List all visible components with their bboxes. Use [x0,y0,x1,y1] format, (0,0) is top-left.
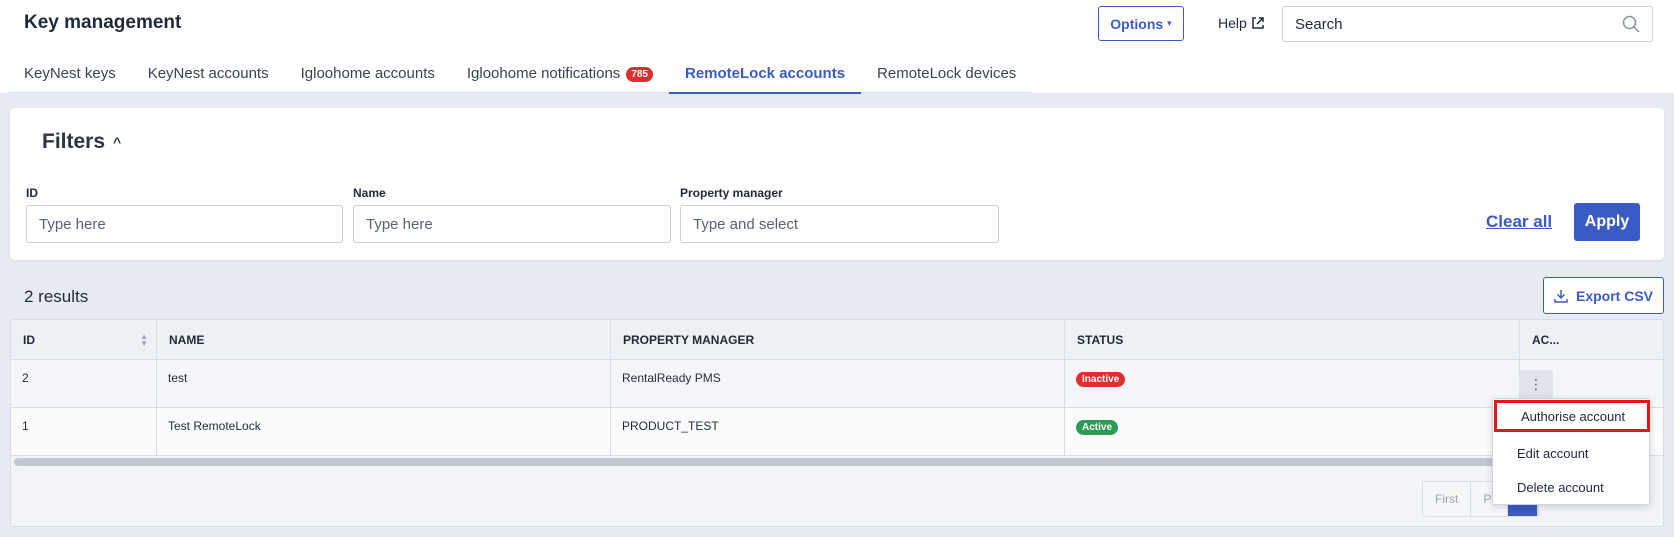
property-manager-select[interactable] [680,205,999,243]
column-header-status[interactable]: STATUS [1065,320,1520,360]
chevron-up-icon: ^ [113,134,122,150]
tab-label: KeyNest accounts [147,65,269,82]
name-filter-label: Name [353,186,386,200]
column-header-label: AC... [1532,333,1560,347]
cell-status: Active [1065,408,1520,456]
tab-remotelock-accounts[interactable]: RemoteLock accounts [669,56,862,94]
clear-all-link[interactable]: Clear all [1486,212,1552,232]
results-count: 2 results [24,287,89,306]
column-header-name[interactable]: NAME [157,320,611,360]
options-button[interactable]: Options ▾ [1098,6,1184,41]
cell-id: 2 [11,360,157,408]
cell-property-manager: RentalReady PMS [611,360,1065,408]
search-box[interactable] [1282,6,1653,42]
horizontal-scrollbar[interactable] [14,458,1514,466]
table-row: 1 Test RemoteLock PRODUCT_TEST Active [11,408,1663,456]
search-input[interactable] [1295,15,1622,33]
column-header-id[interactable]: ID ▲ ▼ [11,320,157,360]
status-badge: Active [1076,420,1119,435]
filters-title: Filters [42,130,106,153]
tab-label: Igloohome accounts [300,65,435,82]
column-header-property-manager[interactable]: PROPERTY MANAGER [611,320,1065,360]
filters-panel: Filters ^ ID Name Property manager Clear… [10,108,1664,260]
delete-account-menu-item[interactable]: Delete account [1493,471,1651,503]
row-actions-menu: Authorise account Edit account Delete ac… [1492,398,1650,505]
edit-account-menu-item[interactable]: Edit account [1493,437,1651,469]
authorise-account-menu-item[interactable]: Authorise account [1494,400,1650,432]
caret-down-icon: ▾ [1167,18,1172,28]
help-link[interactable]: Help [1218,13,1265,33]
kebab-icon: ⋮ [1529,375,1543,392]
table-header: ID ▲ ▼ NAME PROPERTY MANAGER STATUS AC... [11,320,1663,360]
cell-name: test [157,360,611,408]
status-badge: Inactive [1076,372,1126,387]
column-header-label: ID [23,333,35,347]
help-label: Help [1218,15,1247,31]
apply-button[interactable]: Apply [1574,203,1640,241]
page-title: Key management [24,12,182,33]
tab-igloohome-accounts[interactable]: Igloohome accounts [285,56,451,93]
filters-toggle[interactable]: Filters ^ [42,130,121,154]
accounts-table: ID ▲ ▼ NAME PROPERTY MANAGER STATUS AC...… [10,319,1664,527]
external-link-icon [1252,17,1264,29]
table-row: 2 test RentalReady PMS Inactive ⋮ [11,360,1663,408]
tab-label: RemoteLock accounts [685,65,846,82]
cell-id: 1 [11,408,157,456]
property-manager-filter-label: Property manager [680,186,783,200]
tab-bar: KeyNest keys KeyNest accounts Igloohome … [8,56,1033,94]
tab-label: Igloohome notifications [466,65,621,82]
cell-name: Test RemoteLock [157,408,611,456]
column-header-label: PROPERTY MANAGER [623,333,755,347]
name-filter-input[interactable] [353,205,671,243]
first-page-button[interactable]: First [1423,482,1472,516]
top-bar: Key management Options ▾ Help KeyNest ke… [0,0,1674,94]
id-filter-label: ID [26,186,38,200]
download-icon [1554,289,1568,303]
row-actions-button[interactable]: ⋮ [1519,370,1553,398]
tab-label: KeyNest keys [24,65,116,82]
notification-count-badge: 785 [626,67,653,82]
options-label: Options [1110,15,1164,32]
export-csv-label: Export CSV [1575,287,1653,304]
tab-label: RemoteLock devices [877,65,1017,82]
column-header-label: STATUS [1077,333,1124,347]
column-header-label: NAME [169,333,205,347]
export-csv-button[interactable]: Export CSV [1543,277,1664,314]
tab-keynest-accounts[interactable]: KeyNest accounts [132,56,285,93]
tab-remotelock-devices[interactable]: RemoteLock devices [861,56,1032,93]
sort-icon[interactable]: ▲ ▼ [140,333,148,348]
column-header-actions[interactable]: AC... [1520,320,1663,360]
tab-keynest-keys[interactable]: KeyNest keys [8,56,132,93]
cell-status: Inactive [1065,360,1520,408]
cell-property-manager: PRODUCT_TEST [611,408,1065,456]
search-icon[interactable] [1622,15,1640,33]
id-filter-input[interactable] [26,205,343,243]
tab-igloohome-notifications[interactable]: Igloohome notifications 785 [451,56,669,93]
